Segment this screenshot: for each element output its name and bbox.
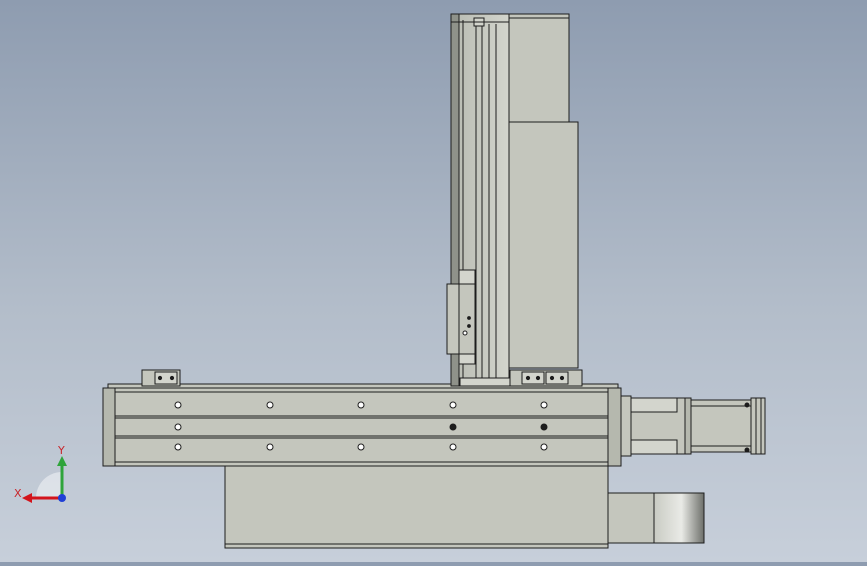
cad-viewport[interactable]: X Y [0,0,867,562]
lower-support-block [224,465,609,549]
triad-quadrant-arc [36,472,62,498]
left-limit-bracket [141,369,181,387]
x-axis-arrowhead-icon [22,493,32,503]
vertical-carriage [446,269,476,365]
x-axis-servo-motor [620,395,766,457]
x-axis-label: X [14,487,22,500]
coordinate-triad[interactable]: X Y [12,440,82,510]
column-base-plate [459,377,511,387]
y-axis-arrowhead-icon [57,456,67,466]
y-axis-label: Y [57,444,65,457]
vertical-motor-housing [508,13,579,369]
right-limit-bracket [509,369,583,387]
z-axis-dot-icon [58,494,66,502]
lower-drive-cylinder [607,492,705,544]
linear-stage-assembly[interactable] [0,0,867,562]
